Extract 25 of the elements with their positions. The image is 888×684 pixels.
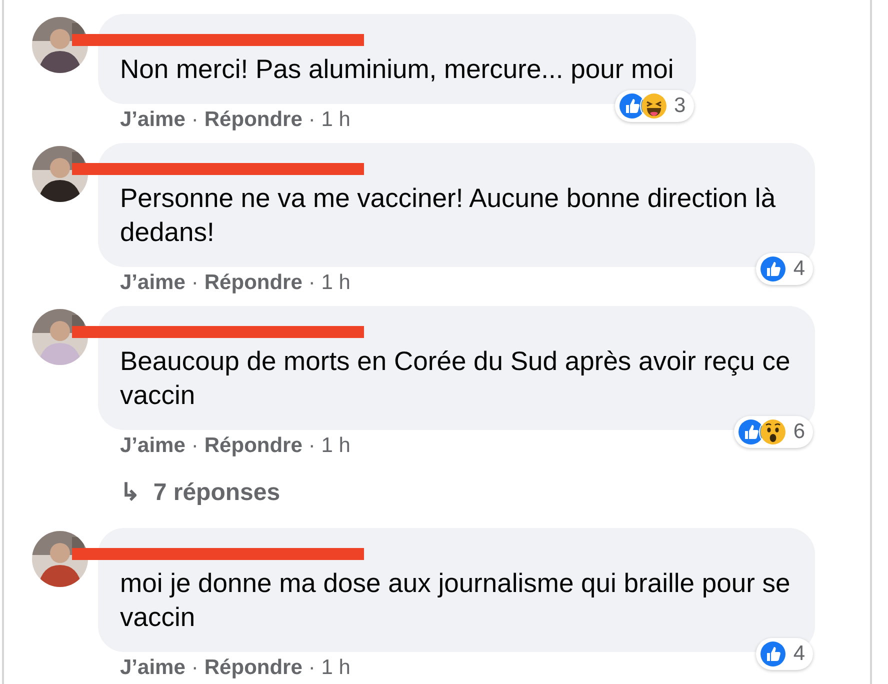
count-text: 4 [793, 257, 805, 281]
reply-link[interactable]: Répondre [204, 656, 302, 680]
timestamp: · 1 h [308, 271, 350, 295]
reply-link[interactable]: Répondre [204, 108, 302, 132]
comment-text: Beaucoup de morts en Corée du Sud après avoir reçu ce vaccin [120, 345, 792, 412]
like-link[interactable]: J’aime [120, 271, 186, 295]
comment-text: Personne ne va me vacciner! Aucune bonne direction là dedans! [120, 182, 777, 249]
like-link[interactable]: J’aime [120, 656, 186, 680]
replies-link[interactable]: ↳ 7 réponses [120, 478, 280, 507]
separator-dot: · [191, 656, 198, 680]
reply-link[interactable]: Répondre [204, 271, 302, 295]
separator-dot: · [191, 108, 198, 132]
like-link[interactable]: J’aime [120, 108, 186, 132]
separator-dot: · [191, 271, 198, 295]
count-text: 3 [674, 94, 686, 118]
timestamp: · 1 h [308, 108, 350, 132]
count-text: 6 [793, 420, 805, 444]
comment-text: Non merci! Pas aluminium, mercure... pour moi [120, 53, 674, 86]
separator-dot: · [191, 434, 198, 458]
like-link[interactable]: J’aime [120, 434, 186, 458]
count-text: 4 [793, 642, 805, 666]
comment-text: moi je donne ma dose aux journalisme qui braille pour se vaccin [120, 567, 792, 634]
timestamp: · 1 h [308, 434, 350, 458]
timestamp: · 1 h [308, 656, 350, 680]
reply-link[interactable]: Répondre [204, 434, 302, 458]
